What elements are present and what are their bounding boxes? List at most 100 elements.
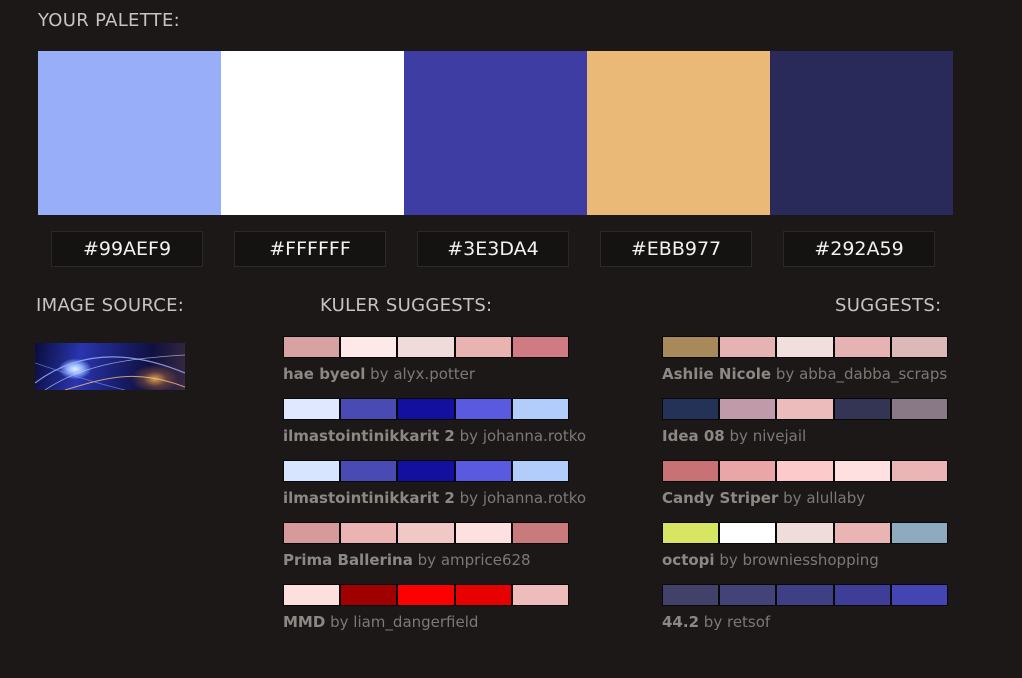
suggest-caption: Ashlie Nicole by abba_dabba_scraps (662, 365, 948, 383)
palette-name-link[interactable]: ilmastointinikkarit 2 (283, 427, 455, 445)
color-chip (720, 461, 776, 481)
kuler-color-strip[interactable] (283, 460, 569, 482)
kuler-color-strip[interactable] (283, 336, 569, 358)
suggest-color-strip[interactable] (662, 522, 948, 544)
color-chip (455, 523, 511, 543)
image-source-heading: IMAGE SOURCE: (36, 295, 185, 316)
color-chip (341, 461, 397, 481)
palette-swatch[interactable] (404, 51, 587, 215)
palette-name-link[interactable]: Ashlie Nicole (662, 365, 771, 383)
author-link[interactable]: liam_dangerfield (353, 613, 478, 631)
suggest-color-strip[interactable] (662, 398, 948, 420)
author-link[interactable]: johanna.rotko (483, 489, 586, 507)
hex-code-field[interactable]: #EBB977 (600, 231, 752, 267)
color-chip (777, 523, 833, 543)
suggests-heading: SUGGESTS: (835, 295, 942, 316)
hex-code-field[interactable]: #3E3DA4 (417, 231, 569, 267)
kuler-caption: ilmastointinikkarit 2 by johanna.rotko (283, 489, 586, 507)
by-label: by (729, 427, 748, 445)
by-label: by (370, 365, 389, 383)
color-chip (663, 523, 719, 543)
kuler-suggestion[interactable]: ilmastointinikkarit 2 by johanna.rotko (283, 398, 586, 445)
palette-name-link[interactable]: ilmastointinikkarit 2 (283, 489, 455, 507)
color-chip (284, 337, 340, 357)
kuler-suggests-heading: KULER SUGGESTS: (320, 295, 493, 316)
kuler-caption: ilmastointinikkarit 2 by johanna.rotko (283, 427, 586, 445)
color-chip (398, 461, 454, 481)
by-label: by (703, 613, 723, 631)
palette-name-link[interactable]: Idea 08 (662, 427, 725, 445)
color-chip (284, 585, 340, 605)
color-chip (720, 523, 776, 543)
suggest-suggestion[interactable]: octopi by browniesshopping (662, 522, 948, 569)
kuler-color-strip[interactable] (283, 584, 569, 606)
color-chip (891, 461, 948, 481)
suggest-color-strip[interactable] (662, 336, 948, 358)
color-chip (720, 399, 776, 419)
palette-name-link[interactable]: Candy Striper (662, 489, 778, 507)
color-chip (455, 461, 511, 481)
color-chip (720, 585, 776, 605)
color-chip (284, 523, 340, 543)
palette-swatch[interactable] (221, 51, 404, 215)
color-chip (341, 399, 397, 419)
color-chip (512, 399, 569, 419)
color-chip (891, 523, 948, 543)
color-chip (398, 523, 454, 543)
kuler-caption: Prima Ballerina by amprice628 (283, 551, 569, 569)
author-link[interactable]: johanna.rotko (483, 427, 586, 445)
hex-code-field[interactable]: #292A59 (783, 231, 935, 267)
color-chip (398, 399, 454, 419)
color-chip (834, 337, 890, 357)
author-link[interactable]: browniesshopping (743, 551, 879, 569)
author-link[interactable]: alyx.potter (393, 365, 475, 383)
author-link[interactable]: abba_dabba_scraps (799, 365, 947, 383)
kuler-suggestion[interactable]: MMD by liam_dangerfield (283, 584, 569, 631)
palette-swatch[interactable] (587, 51, 770, 215)
palette-name-link[interactable]: MMD (283, 613, 325, 631)
color-chip (891, 337, 948, 357)
palette-swatch[interactable] (38, 51, 221, 215)
kuler-suggestion[interactable]: hae byeol by alyx.potter (283, 336, 569, 383)
color-chip (891, 585, 948, 605)
palette-swatch[interactable] (770, 51, 953, 215)
kuler-suggestion[interactable]: Prima Ballerina by amprice628 (283, 522, 569, 569)
hex-code-field[interactable]: #99AEF9 (51, 231, 203, 267)
source-image-thumbnail[interactable] (35, 343, 185, 390)
by-label: by (719, 551, 738, 569)
color-chip (455, 337, 511, 357)
author-link[interactable]: nivejail (753, 427, 806, 445)
suggest-color-strip[interactable] (662, 460, 948, 482)
color-chip (834, 461, 890, 481)
author-link[interactable]: alullaby (806, 489, 865, 507)
kuler-caption: MMD by liam_dangerfield (283, 613, 569, 631)
suggest-suggestion[interactable]: 44.2 by retsof (662, 584, 948, 631)
kuler-color-strip[interactable] (283, 398, 569, 420)
color-chip (341, 523, 397, 543)
suggest-color-strip[interactable] (662, 584, 948, 606)
color-chip (834, 585, 890, 605)
color-chip (777, 585, 833, 605)
hex-code-field[interactable]: #FFFFFF (234, 231, 386, 267)
palette-name-link[interactable]: octopi (662, 551, 715, 569)
suggest-suggestion[interactable]: Ashlie Nicole by abba_dabba_scraps (662, 336, 948, 383)
palette-name-link[interactable]: 44.2 (662, 613, 699, 631)
suggest-suggestion[interactable]: Idea 08 by nivejail (662, 398, 948, 445)
palette-name-link[interactable]: hae byeol (283, 365, 365, 383)
palette-heading: YOUR PALETTE: (38, 10, 181, 31)
kuler-suggestion[interactable]: ilmastointinikkarit 2 by johanna.rotko (283, 460, 586, 507)
author-link[interactable]: retsof (727, 613, 770, 631)
suggest-suggestion[interactable]: Candy Striper by alullaby (662, 460, 948, 507)
color-chip (663, 399, 719, 419)
color-chip (512, 461, 569, 481)
suggest-caption: Candy Striper by alullaby (662, 489, 948, 507)
kuler-caption: hae byeol by alyx.potter (283, 365, 569, 383)
suggest-caption: octopi by browniesshopping (662, 551, 948, 569)
light-streaks-graphic (35, 354, 185, 390)
color-chip (284, 461, 340, 481)
kuler-color-strip[interactable] (283, 522, 569, 544)
color-chip (663, 585, 719, 605)
palette-name-link[interactable]: Prima Ballerina (283, 551, 413, 569)
color-chip (341, 585, 397, 605)
author-link[interactable]: amprice628 (441, 551, 531, 569)
